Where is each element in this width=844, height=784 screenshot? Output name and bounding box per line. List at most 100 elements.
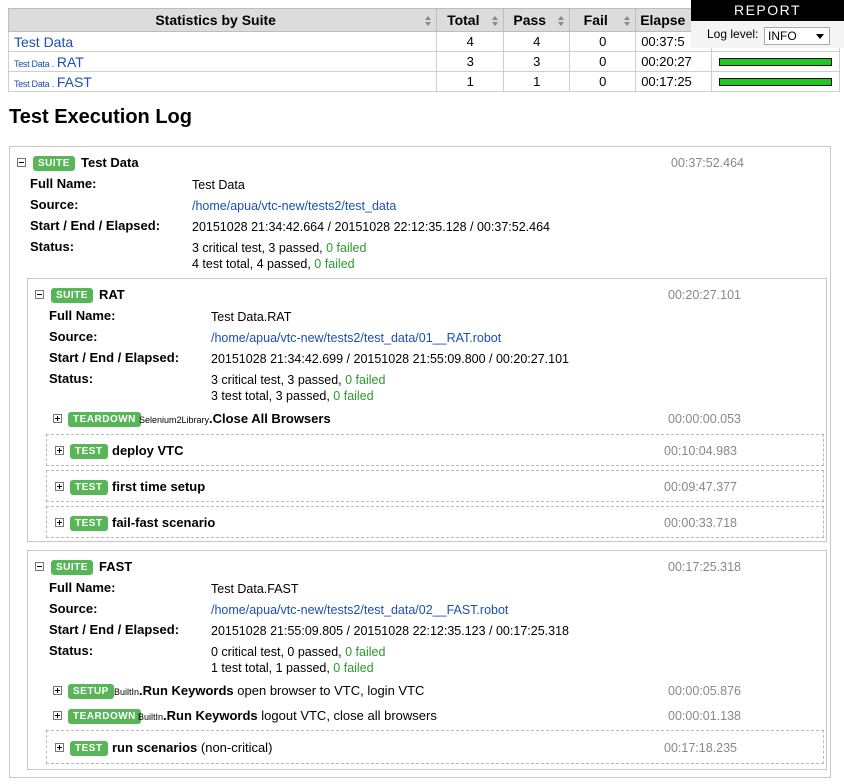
test-name[interactable]: deploy VTC: [112, 443, 184, 458]
pass-cell: 3: [503, 51, 571, 72]
header-label: Pass: [513, 12, 547, 28]
total-cell: 4: [436, 31, 505, 52]
source-link[interactable]: /home/apua/vtc-new/tests2/test_data/01__…: [211, 331, 501, 345]
status-total: 1 test total, 1 passed, 0 failed: [211, 661, 374, 675]
test-elapsed: 00:09:47.377: [664, 480, 737, 494]
test-elapsed: 00:17:18.235: [664, 741, 737, 755]
fail-cell: 0: [569, 51, 637, 72]
chevron-down-icon: [816, 34, 824, 39]
suite-elapsed: 00:37:52.464: [671, 156, 744, 170]
full-name-label: Full Name:: [30, 176, 97, 191]
status-total: 4 test total, 4 passed, 0 failed: [192, 257, 355, 271]
full-name-value: Test Data.RAT: [211, 310, 292, 324]
log-level-select[interactable]: INFO: [764, 27, 830, 45]
keyword-elapsed: 00:00:05.876: [668, 684, 741, 698]
header-total[interactable]: Total: [436, 8, 505, 32]
expand-icon[interactable]: [55, 518, 64, 527]
status-critical: 0 critical test, 0 passed, 0 failed: [211, 645, 386, 659]
suite-link-test-data[interactable]: Test Data: [14, 34, 73, 50]
test-badge: TEST: [70, 741, 108, 756]
suite-name[interactable]: Test Data: [81, 155, 139, 170]
elapsed-cell: 00:20:27: [635, 51, 713, 72]
status-total: 3 test total, 3 passed, 0 failed: [211, 389, 374, 403]
header-label: Statistics by Suite: [155, 12, 276, 28]
sort-icon[interactable]: [492, 16, 499, 26]
source-link[interactable]: /home/apua/vtc-new/tests2/test_data/02__…: [211, 603, 508, 617]
keyword-elapsed: 00:00:00.053: [668, 412, 741, 426]
sort-icon[interactable]: [558, 16, 565, 26]
collapse-icon[interactable]: [35, 290, 44, 299]
start-end-value: 20151028 21:34:42.664 / 20151028 22:12:3…: [192, 220, 550, 234]
fail-cell: 0: [569, 31, 637, 52]
full-name-label: Full Name:: [49, 308, 116, 323]
test-name[interactable]: run scenarios (non-critical): [112, 740, 272, 755]
keyword-elapsed: 00:00:01.138: [668, 709, 741, 723]
report-link[interactable]: REPORT: [691, 0, 844, 21]
pass-cell: 4: [503, 31, 571, 52]
status-critical: 3 critical test, 3 passed, 0 failed: [192, 241, 367, 255]
pass-bar: [719, 57, 832, 66]
total-cell: 3: [436, 51, 505, 72]
log-level-value: INFO: [768, 29, 797, 43]
table-row: Test Data . FAST 1 1 0 00:17:25: [7, 71, 840, 92]
full-name-value: Test Data.FAST: [211, 582, 299, 596]
expand-icon[interactable]: [53, 711, 62, 720]
header-label: Fail: [583, 12, 608, 28]
log-level-label: Log level:: [707, 27, 759, 41]
test-badge: TEST: [70, 480, 108, 495]
test-name[interactable]: first time setup: [112, 479, 205, 494]
expand-icon[interactable]: [55, 743, 64, 752]
source-label: Source:: [30, 197, 79, 212]
suite-badge: SUITE: [51, 560, 93, 575]
sort-icon[interactable]: [624, 16, 631, 26]
header-label: Elapse: [640, 12, 686, 28]
full-name-label: Full Name:: [49, 580, 116, 595]
header-statistics-by-suite[interactable]: Statistics by Suite: [7, 8, 438, 32]
total-cell: 1: [436, 71, 505, 92]
status-label: Status:: [49, 643, 94, 658]
test-name[interactable]: fail-fast scenario: [112, 515, 215, 530]
graph-cell: [711, 71, 840, 92]
suite-name[interactable]: RAT: [99, 287, 125, 302]
expand-icon[interactable]: [55, 482, 64, 491]
suite-link-rat[interactable]: Test Data . RAT: [14, 54, 84, 70]
keyword-name[interactable]: Selenium2Library.Close All Browsers: [139, 411, 331, 426]
suite-link-fast[interactable]: Test Data . FAST: [14, 74, 92, 90]
test-badge: TEST: [70, 444, 108, 459]
status-label: Status:: [49, 371, 94, 386]
setup-badge: SETUP: [68, 684, 114, 699]
source-link[interactable]: /home/apua/vtc-new/tests2/test_data: [192, 199, 396, 213]
collapse-icon[interactable]: [35, 562, 44, 571]
suite-rat: [27, 278, 827, 542]
status-critical: 3 critical test, 3 passed, 0 failed: [211, 373, 386, 387]
teardown-badge: TEARDOWN: [68, 412, 141, 427]
header-fail[interactable]: Fail: [569, 8, 637, 32]
suite-name[interactable]: FAST: [99, 559, 132, 574]
collapse-icon[interactable]: [17, 158, 26, 167]
source-label: Source:: [49, 601, 98, 616]
table-row: Test Data . RAT 3 3 0 00:20:27: [7, 51, 840, 72]
fail-cell: 0: [569, 71, 637, 92]
teardown-badge: TEARDOWN: [68, 709, 141, 724]
status-label: Status:: [30, 239, 75, 254]
suite-badge: SUITE: [33, 156, 75, 171]
pass-bar: [719, 77, 832, 86]
expand-icon[interactable]: [53, 414, 62, 423]
header-pass[interactable]: Pass: [503, 8, 571, 32]
test-elapsed: 00:00:33.718: [664, 516, 737, 530]
expand-icon[interactable]: [53, 686, 62, 695]
expand-icon[interactable]: [55, 446, 64, 455]
graph-cell: [711, 51, 840, 72]
keyword-name[interactable]: BuiltIn.Run Keywords open browser to VTC…: [114, 683, 424, 698]
source-label: Source:: [49, 329, 98, 344]
test-badge: TEST: [70, 516, 108, 531]
header-label: Total: [447, 12, 480, 28]
test-elapsed: 00:10:04.983: [664, 444, 737, 458]
start-end-value: 20151028 21:34:42.699 / 20151028 21:55:0…: [211, 352, 569, 366]
start-end-label: Start / End / Elapsed:: [49, 622, 180, 637]
report-header: REPORT Log level: INFO: [691, 0, 844, 48]
keyword-name[interactable]: BuiltIn.Run Keywords logout VTC, close a…: [138, 708, 437, 723]
suite-elapsed: 00:20:27.101: [668, 288, 741, 302]
suite-badge: SUITE: [51, 288, 93, 303]
sort-icon[interactable]: [425, 16, 432, 26]
